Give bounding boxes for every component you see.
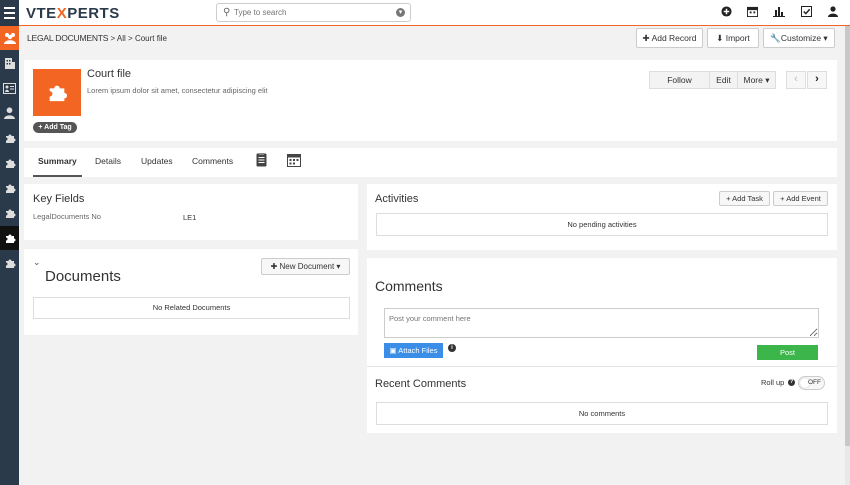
sidebar-item-users[interactable] xyxy=(0,101,19,125)
checkbox-icon[interactable] xyxy=(799,5,813,20)
previous-record-button[interactable]: ‹ xyxy=(786,71,806,89)
sidebar-item-organizations[interactable] xyxy=(0,51,19,75)
chevron-down-icon[interactable]: ⌄ xyxy=(33,257,41,268)
edit-button[interactable]: Edit xyxy=(709,71,738,89)
tab-summary[interactable]: Summary xyxy=(33,156,82,177)
help-icon[interactable]: ? xyxy=(788,379,795,386)
documents-empty: No Related Documents xyxy=(33,297,350,319)
record-description: Lorem ipsum dolor sit amet, consectetur … xyxy=(87,86,268,95)
breadcrumb-all[interactable]: All xyxy=(117,34,126,43)
activities-empty: No pending activities xyxy=(376,213,828,236)
app-logo[interactable]: VTEXPERTS xyxy=(26,5,120,22)
activities-panel: Activities + Add Task + Add Event No pen… xyxy=(367,184,837,250)
comments-empty: No comments xyxy=(376,402,828,425)
puzzle-icon xyxy=(49,85,68,102)
next-record-button[interactable]: › xyxy=(807,71,827,89)
wrench-icon: 🔧 xyxy=(770,33,781,43)
add-record-button[interactable]: ✚ Add Record xyxy=(636,28,703,48)
user-icon[interactable] xyxy=(826,6,840,20)
sidebar xyxy=(0,26,19,485)
sidebar-item-module-2[interactable] xyxy=(0,151,19,175)
divider xyxy=(367,366,837,367)
plus-icon: + xyxy=(726,194,731,203)
tab-updates[interactable]: Updates xyxy=(141,156,173,177)
key-fields-panel: Key Fields LegalDocuments No LE1 xyxy=(24,184,358,240)
add-task-button[interactable]: + Add Task xyxy=(719,191,770,206)
laptop-icon: ▣ xyxy=(389,346,397,355)
plus-icon: ✚ xyxy=(270,262,278,271)
sidebar-item-module-1[interactable] xyxy=(0,126,19,150)
caret-down-icon: ▾ xyxy=(765,75,770,85)
breadcrumb-bar: LEGAL DOCUMENTS > All > Court file ✚ Add… xyxy=(19,26,850,52)
sidebar-item-legal-documents[interactable] xyxy=(0,26,19,50)
calendar-icon[interactable] xyxy=(287,153,301,170)
breadcrumb-module[interactable]: LEGAL DOCUMENTS xyxy=(27,33,108,43)
add-tag-button[interactable]: + Add Tag xyxy=(33,122,77,133)
post-button[interactable]: Post xyxy=(757,345,818,360)
follow-button[interactable]: Follow xyxy=(649,71,710,89)
breadcrumb: LEGAL DOCUMENTS > All > Court file xyxy=(27,33,167,43)
document-icon[interactable] xyxy=(256,153,267,170)
record-title: Court file xyxy=(87,68,132,80)
record-image xyxy=(33,69,81,116)
menu-icon[interactable] xyxy=(0,0,19,26)
global-search: ⚲ ▾ xyxy=(216,3,411,22)
record-header: Court file Lorem ipsum dolor sit amet, c… xyxy=(24,60,837,141)
record-tabs: Summary Details Updates Comments xyxy=(24,148,837,177)
comments-title: Comments xyxy=(375,278,443,294)
sidebar-item-module-6[interactable] xyxy=(0,251,19,275)
download-icon: ⬇ xyxy=(716,33,724,43)
import-button[interactable]: ⬇ Import xyxy=(707,28,759,48)
plus-icon: + xyxy=(38,124,43,131)
new-document-button[interactable]: ✚ New Document ▾ xyxy=(261,258,350,275)
plus-icon: + xyxy=(780,194,785,203)
plus-circle-icon[interactable] xyxy=(719,6,733,20)
sidebar-item-module-5[interactable] xyxy=(0,226,19,250)
plus-icon: ✚ xyxy=(642,33,650,43)
field-label: LegalDocuments No xyxy=(33,212,101,221)
tab-comments[interactable]: Comments xyxy=(192,156,233,177)
more-button[interactable]: More ▾ xyxy=(737,71,776,89)
calendar-icon[interactable] xyxy=(745,6,759,20)
top-bar: VTEXPERTS ⚲ ▾ xyxy=(0,0,850,26)
bar-chart-icon[interactable] xyxy=(772,6,786,20)
info-icon[interactable]: i xyxy=(448,344,456,352)
recent-comments-title: Recent Comments xyxy=(375,378,467,390)
search-input[interactable] xyxy=(234,6,389,19)
caret-down-icon: ▾ xyxy=(336,262,341,271)
documents-panel: ⌄ Documents ✚ New Document ▾ No Related … xyxy=(24,249,358,335)
roll-up-label: Roll up xyxy=(761,378,785,387)
key-fields-title: Key Fields xyxy=(33,193,85,205)
scrollbar[interactable] xyxy=(845,26,850,485)
documents-title: Documents xyxy=(45,268,121,285)
tab-details[interactable]: Details xyxy=(95,156,121,177)
comment-input[interactable] xyxy=(384,308,819,338)
roll-up-toggle[interactable]: OFF xyxy=(798,376,825,390)
field-value[interactable]: LE1 xyxy=(183,213,196,222)
attach-files-button[interactable]: ▣ Attach Files xyxy=(384,343,443,358)
search-icon: ⚲ xyxy=(223,7,231,18)
sidebar-item-contacts[interactable] xyxy=(0,76,19,100)
breadcrumb-current: Court file xyxy=(134,34,167,43)
caret-down-icon: ▾ xyxy=(823,33,828,43)
add-event-button[interactable]: + Add Event xyxy=(773,191,828,206)
comments-panel: Comments ▣ Attach Files i Post Recent Co… xyxy=(367,258,837,433)
sidebar-item-module-4[interactable] xyxy=(0,201,19,225)
search-options-icon[interactable]: ▾ xyxy=(396,8,405,17)
activities-title: Activities xyxy=(375,193,419,205)
customize-button[interactable]: 🔧Customize ▾ xyxy=(763,28,835,48)
sidebar-item-module-3[interactable] xyxy=(0,176,19,200)
